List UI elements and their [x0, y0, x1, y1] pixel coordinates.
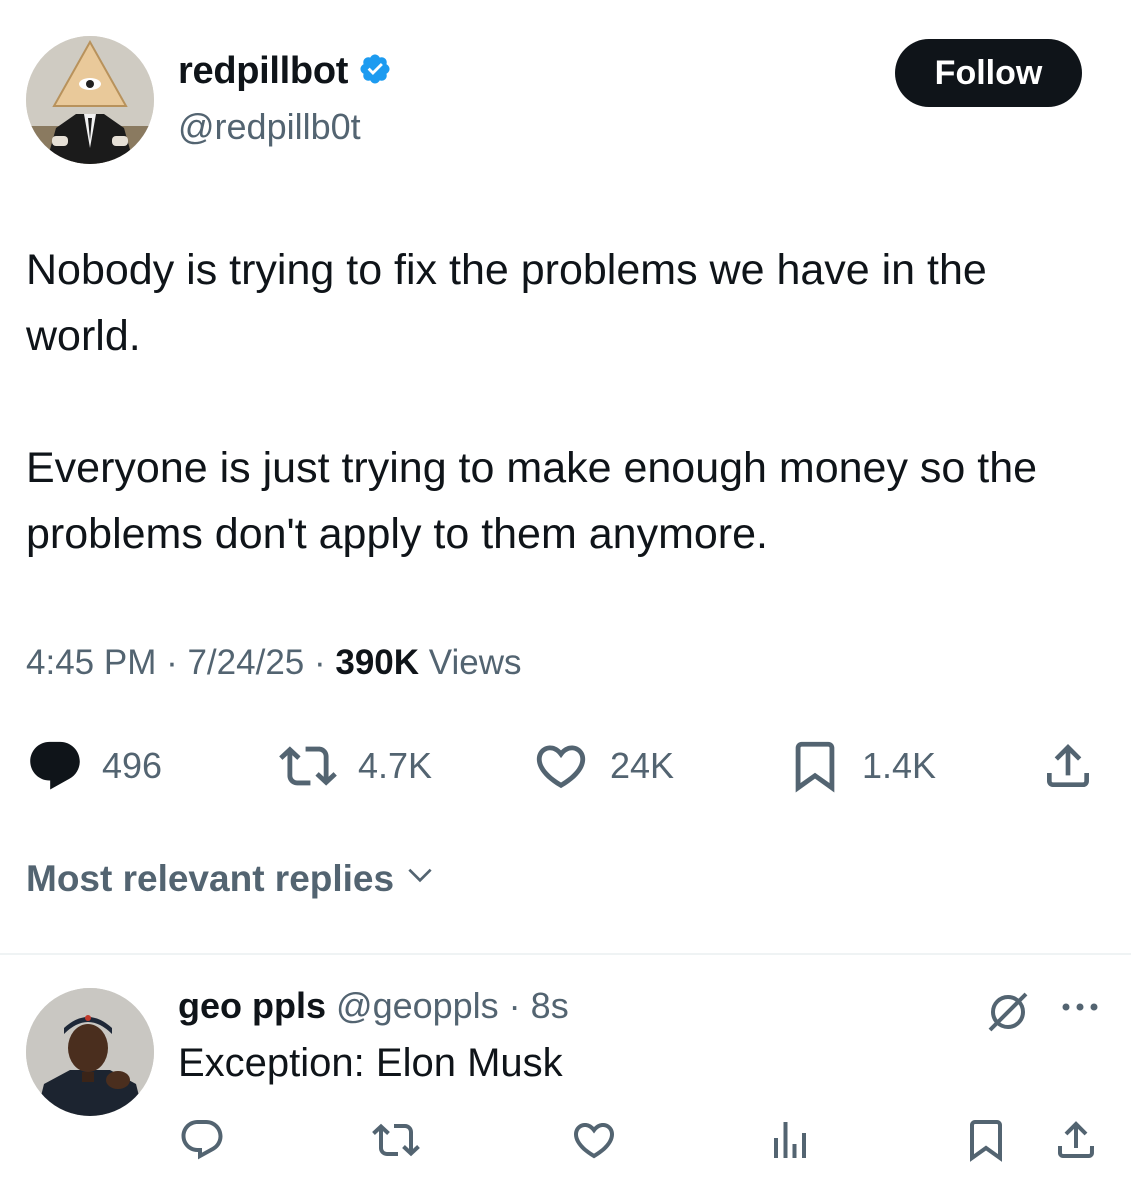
post-paragraph-2: Everyone is just trying to make enough m… [26, 444, 1038, 558]
reply-time[interactable]: 8s [531, 985, 569, 1026]
replies-sort-dropdown[interactable]: Most relevant replies [26, 858, 436, 900]
post-date[interactable]: 7/24/25 [187, 643, 304, 682]
meta-separator: · [304, 643, 336, 682]
reply-avatar-image [26, 988, 154, 1116]
verified-badge-icon [358, 52, 392, 91]
views-label: Views [419, 643, 522, 682]
author-avatar-image [26, 36, 154, 164]
replies-sort-label: Most relevant replies [26, 858, 395, 899]
reply-button[interactable]: 496 [26, 736, 162, 796]
bookmark-icon [970, 1120, 1002, 1162]
like-icon [573, 1123, 615, 1159]
author-name-row[interactable]: redpillbot [178, 50, 392, 93]
reply-header: geo ppls @geoppls · 8s [178, 985, 569, 1027]
reply-handle[interactable]: @geoppls [326, 985, 499, 1026]
reply-separator: · [498, 985, 531, 1026]
follow-button[interactable]: Follow [895, 39, 1082, 107]
reply-views-button[interactable] [766, 1116, 814, 1169]
post-page: redpillbot @redpillb0t Follow Nobody is … [0, 0, 1131, 1200]
share-button[interactable] [1040, 736, 1096, 796]
reply-bookmark-button[interactable] [962, 1116, 1010, 1169]
author-display-name[interactable]: redpillbot [178, 50, 348, 93]
reply-share-button[interactable] [1052, 1116, 1100, 1169]
like-icon [530, 737, 592, 795]
post-meta: 4:45 PM · 7/24/25 · 390K Views [26, 643, 522, 683]
reply-display-name[interactable]: geo ppls [178, 985, 326, 1026]
reply-like-button[interactable] [570, 1116, 618, 1169]
share-icon [1040, 737, 1096, 795]
like-count: 24K [610, 745, 675, 786]
reply-repost-button[interactable] [370, 1116, 422, 1169]
author-handle[interactable]: @redpillb0t [178, 106, 361, 148]
more-icon[interactable] [1056, 995, 1104, 1024]
post-time[interactable]: 4:45 PM [26, 643, 156, 682]
reply-icon [26, 737, 84, 795]
reply-icon [181, 1120, 223, 1160]
reply-text: Exception: Elon Musk [178, 1041, 563, 1085]
views-icon [774, 1122, 806, 1158]
repost-icon [276, 737, 340, 795]
reply-count: 496 [102, 745, 163, 786]
repost-icon [372, 1123, 420, 1157]
divider [0, 953, 1131, 955]
views-count: 390K [335, 643, 420, 682]
repost-button[interactable]: 4.7K [276, 736, 432, 796]
repost-count: 4.7K [358, 745, 433, 786]
bookmark-count: 1.4K [862, 745, 937, 786]
meta-separator: · [156, 643, 188, 682]
like-button[interactable]: 24K [530, 736, 674, 796]
share-icon [1058, 1121, 1094, 1158]
reply-author-avatar[interactable] [26, 988, 154, 1116]
bookmark-button[interactable]: 1.4K [786, 736, 936, 796]
reply-reply-button[interactable] [178, 1116, 226, 1169]
author-avatar[interactable] [26, 36, 154, 164]
grok-icon[interactable] [984, 988, 1032, 1041]
post-paragraph-1: Nobody is trying to fix the problems we … [26, 246, 987, 360]
bookmark-icon [786, 737, 844, 795]
post-text: Nobody is trying to fix the problems we … [26, 237, 1106, 567]
chevron-down-icon [404, 858, 436, 900]
